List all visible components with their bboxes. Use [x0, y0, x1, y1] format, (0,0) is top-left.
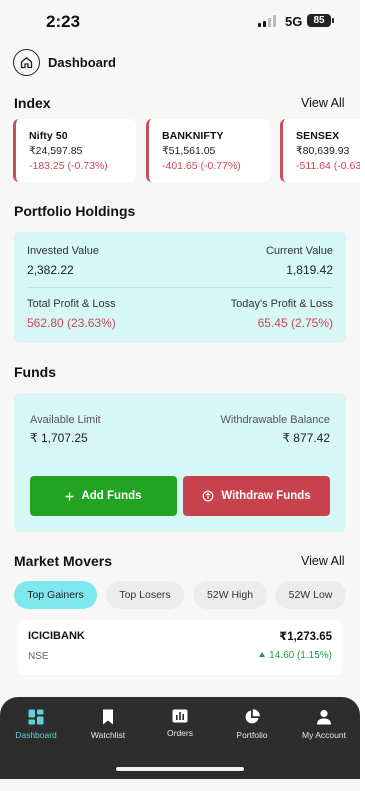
battery-icon: 85 — [307, 14, 334, 27]
funds-panel: Available Limit ₹ 1,707.25 Withdrawable … — [14, 393, 346, 532]
signal-icon — [258, 15, 278, 27]
page-title: Dashboard — [48, 55, 116, 70]
mover-change-value: 14.60 (1.15%) — [269, 650, 332, 661]
divider — [27, 287, 333, 288]
status-time: 2:23 — [46, 12, 81, 31]
withdrawable-label: Withdrawable Balance — [220, 414, 330, 426]
nav-label: Watchlist — [90, 730, 126, 740]
withdraw-funds-label: Withdraw Funds — [221, 490, 311, 502]
nav-label: My Account — [302, 730, 346, 740]
nav-label: Orders — [167, 728, 193, 738]
available-label: Available Limit — [30, 414, 101, 426]
portfolio-panel: Invested Value 2,382.22 Current Value 1,… — [14, 232, 346, 343]
nav-dashboard[interactable]: Dashboard — [0, 709, 72, 740]
index-change: -511.64 (-0.63%) — [296, 160, 360, 172]
tab-52w-low[interactable]: 52W Low — [275, 581, 346, 609]
mover-price: ₹1,273.65 — [279, 631, 332, 643]
total-pl-value: 562.80 (23.63%) — [27, 316, 116, 330]
nav-my-account[interactable]: My Account — [288, 709, 360, 740]
today-pl-value: 65.45 (2.75%) — [257, 316, 333, 330]
nav-label: Dashboard — [15, 730, 57, 740]
index-view-all-link[interactable]: View All — [301, 96, 345, 110]
index-change: -401.65 (-0.77%) — [162, 160, 241, 172]
pie-chart-icon — [245, 709, 260, 724]
index-name: Nifty 50 — [29, 130, 68, 142]
available-value: ₹ 1,707.25 — [30, 431, 88, 445]
mover-exchange: NSE — [28, 651, 49, 662]
invested-label: Invested Value — [27, 245, 99, 257]
index-name: BANKNIFTY — [162, 130, 224, 142]
nav-label: Portfolio — [236, 730, 268, 740]
index-price: ₹24,597.85 — [29, 145, 83, 157]
withdraw-icon — [202, 490, 214, 502]
tab-52w-high[interactable]: 52W High — [193, 581, 267, 609]
withdrawable-value: ₹ 877.42 — [282, 431, 330, 445]
index-change: -183.25 (-0.73%) — [29, 160, 108, 172]
portfolio-title: Portfolio Holdings — [14, 203, 136, 219]
add-funds-label: Add Funds — [81, 490, 142, 502]
up-arrow-icon — [259, 652, 266, 657]
plus-icon — [65, 492, 74, 500]
mover-symbol: ICICIBANK — [28, 630, 85, 642]
nav-orders[interactable]: Orders — [144, 709, 216, 738]
orders-icon — [172, 709, 188, 723]
home-icon[interactable] — [13, 49, 40, 76]
nav-portfolio[interactable]: Portfolio — [216, 709, 288, 740]
current-value: 1,819.42 — [286, 263, 333, 277]
funds-title: Funds — [14, 364, 56, 380]
tab-top-losers[interactable]: Top Losers — [106, 581, 184, 609]
today-pl-label: Today's Profit & Loss — [230, 298, 333, 310]
market-mover-item[interactable]: ICICIBANK NSE ₹1,273.65 14.60 (1.15%) — [18, 620, 342, 675]
dashboard-icon — [28, 709, 44, 725]
status-bar: 2:23 5G 85 — [0, 0, 360, 42]
index-name: SENSEX — [296, 130, 340, 142]
market-movers-view-all-link[interactable]: View All — [301, 554, 345, 568]
index-price: ₹80,639.93 — [296, 145, 350, 157]
add-funds-button[interactable]: Add Funds — [30, 476, 177, 516]
network-label: 5G — [285, 14, 303, 29]
person-icon — [317, 709, 331, 725]
mover-change: 14.60 (1.15%) — [259, 650, 332, 661]
market-movers-title: Market Movers — [14, 553, 113, 569]
current-label: Current Value — [265, 245, 333, 257]
index-card-nifty[interactable]: Nifty 50 ₹24,597.85 -183.25 (-0.73%) — [13, 119, 136, 182]
home-indicator — [116, 767, 244, 771]
index-title: Index — [14, 95, 51, 111]
index-price: ₹51,561.05 — [162, 145, 216, 157]
invested-value: 2,382.22 — [27, 263, 74, 277]
nav-watchlist[interactable]: Watchlist — [72, 709, 144, 740]
total-pl-label: Total Profit & Loss — [27, 298, 116, 310]
screen: 2:23 5G 85 Dashboard Index View All Nift… — [0, 0, 360, 791]
index-card-sensex[interactable]: SENSEX ₹80,639.93 -511.64 (-0.63%) — [280, 119, 360, 182]
index-card-banknifty[interactable]: BANKNIFTY ₹51,561.05 -401.65 (-0.77%) — [146, 119, 270, 182]
bookmark-icon — [103, 709, 113, 725]
tab-top-gainers[interactable]: Top Gainers — [14, 581, 97, 609]
withdraw-funds-button[interactable]: Withdraw Funds — [183, 476, 330, 516]
